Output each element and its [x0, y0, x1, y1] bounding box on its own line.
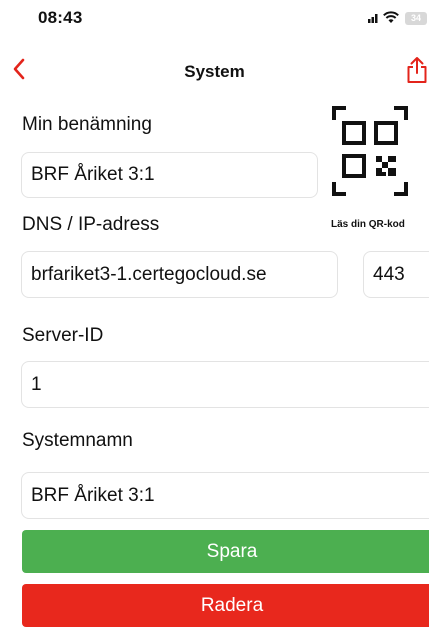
name-field[interactable]: BRF Åriket 3:1	[21, 152, 318, 198]
server-id-label: Server-ID	[22, 325, 104, 346]
dns-label: DNS / IP-adress	[22, 214, 160, 235]
name-label: Min benämning	[22, 114, 152, 135]
save-button[interactable]: Spara	[22, 530, 429, 573]
share-icon[interactable]	[406, 56, 428, 84]
cellular-signal-icon	[368, 14, 378, 23]
server-id-field[interactable]: 1	[21, 361, 429, 408]
port-field[interactable]: 443	[363, 251, 429, 298]
status-time: 08:43	[38, 8, 83, 27]
page-title: System	[184, 62, 245, 81]
system-name-field[interactable]: BRF Åriket 3:1	[21, 472, 429, 519]
qr-caption: Läs din QR-kod	[331, 219, 405, 230]
dns-field[interactable]: brfariket3-1.certegocloud.se	[21, 251, 338, 298]
delete-button[interactable]: Radera	[22, 584, 429, 627]
qr-code-icon[interactable]	[332, 106, 408, 196]
wifi-icon	[383, 11, 399, 23]
battery-indicator: 34	[405, 12, 427, 25]
system-name-label: Systemnamn	[22, 430, 133, 451]
